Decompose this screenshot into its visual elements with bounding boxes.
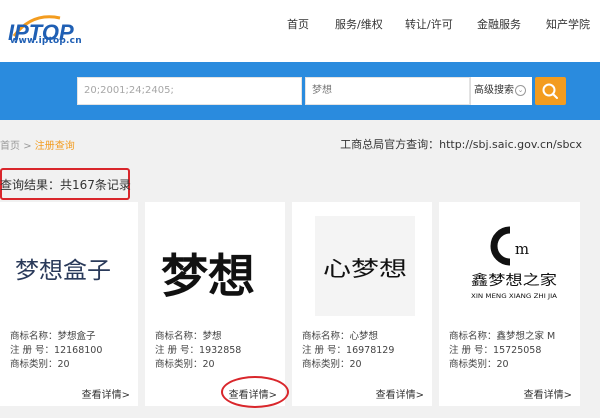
name-label: 商标名称： [449, 331, 497, 342]
iptop-logo[interactable]: IPTOP [4, 6, 94, 54]
trademark-class: 20 [202, 359, 215, 370]
registration-number: 1932858 [199, 345, 242, 356]
trademark-class: 20 [57, 359, 70, 370]
trademark-image: m 鑫梦想之家 XIN MENG XIANG ZHI JIA [464, 216, 564, 316]
gov-query-link[interactable]: 工商总局官方查询：http://sbj.saic.gov.cn/sbcx [340, 136, 582, 152]
trademark-class: 20 [349, 359, 362, 370]
breadcrumb: 首页 > 注册查询 [0, 137, 75, 152]
trademark-name: 梦想盒子 [57, 331, 96, 342]
chevron-down-icon: ⌄ [515, 84, 526, 96]
trademark-image-subtext: XIN MENG XIANG ZHI JIA [471, 293, 558, 300]
reg-label: 注 册 号： [10, 345, 55, 356]
trademark-name: 鑫梦想之家 M [496, 331, 556, 342]
registration-number: 15725058 [493, 345, 542, 356]
registration-number: 12168100 [54, 345, 103, 356]
trademark-card[interactable]: 心梦想 商标名称：心梦想 注 册 号：16978129 商标类别：20 查看详情… [292, 202, 432, 406]
keyword-input[interactable]: 梦想 [305, 77, 470, 105]
trademark-info: 商标名称：鑫梦想之家 M 注 册 号：15725058 商标类别：20 [449, 330, 555, 372]
class-label: 商标类别： [449, 359, 497, 370]
reg-label: 注 册 号： [155, 345, 200, 356]
crescent-logo-icon [490, 226, 511, 266]
nav-service[interactable]: 服务/维权 [335, 16, 383, 32]
trademark-card[interactable]: 梦想 商标名称：梦想 注 册 号：1932858 商标类别：20 查看详情> [145, 202, 285, 406]
detail-highlight [221, 376, 289, 408]
trademark-image-text: 心梦想 [323, 257, 407, 281]
trademark-card[interactable]: 梦想盒子 商标名称：梦想盒子 注 册 号：12168100 商标类别：20 查看… [0, 202, 138, 406]
breadcrumb-home[interactable]: 首页 [0, 141, 20, 152]
trademark-name: 心梦想 [349, 331, 379, 342]
class-label: 商标类别： [302, 359, 350, 370]
advanced-search-label: 高级搜索 [474, 85, 514, 96]
trademark-name: 梦想 [202, 331, 222, 342]
reg-label: 注 册 号： [449, 345, 494, 356]
trademark-image-text: 梦想 [161, 249, 255, 303]
result-count: 查询结果：共167条记录 [0, 178, 131, 192]
class-input[interactable]: 20;2001;24;2405; [77, 77, 302, 105]
advanced-search-dropdown[interactable]: 高级搜索 ⌄ [470, 77, 532, 105]
name-label: 商标名称： [302, 331, 350, 342]
trademark-info: 商标名称：心梦想 注 册 号：16978129 商标类别：20 [302, 330, 394, 372]
nav-academy[interactable]: 知产学院 [546, 16, 590, 32]
trademark-image: 心梦想 [315, 216, 415, 316]
reg-label: 注 册 号： [302, 345, 347, 356]
name-label: 商标名称： [155, 331, 203, 342]
class-label: 商标类别： [10, 359, 58, 370]
registration-number: 16978129 [346, 345, 395, 356]
trademark-image-text: 鑫梦想之家 [471, 272, 557, 289]
site-header: IPTOP www.iptop.cn 首页 服务/维权 转让/许可 金融服务 知… [0, 0, 600, 62]
class-label: 商标类别： [155, 359, 203, 370]
nav-home[interactable]: 首页 [287, 16, 309, 32]
svg-text:m: m [515, 240, 529, 258]
search-icon [542, 83, 558, 99]
view-details-link[interactable]: 查看详情> [524, 386, 572, 401]
breadcrumb-separator: > [23, 141, 32, 152]
view-details-link[interactable]: 查看详情> [376, 386, 424, 401]
trademark-info: 商标名称：梦想盒子 注 册 号：12168100 商标类别：20 [10, 330, 102, 372]
trademark-card[interactable]: m 鑫梦想之家 XIN MENG XIANG ZHI JIA 商标名称：鑫梦想之… [439, 202, 580, 406]
trademark-image: 梦想盒子 [13, 216, 113, 316]
trademark-image-text: 梦想盒子 [15, 258, 111, 284]
search-band: 20;2001;24;2405; 梦想 高级搜索 ⌄ [0, 62, 600, 120]
nav-finance[interactable]: 金融服务 [477, 16, 521, 32]
nav-transfer[interactable]: 转让/许可 [405, 16, 453, 32]
view-details-link[interactable]: 查看详情> [82, 386, 130, 401]
breadcrumb-current: 注册查询 [34, 141, 75, 152]
search-button[interactable] [535, 77, 566, 105]
trademark-class: 20 [496, 359, 509, 370]
trademark-info: 商标名称：梦想 注 册 号：1932858 商标类别：20 [155, 330, 241, 372]
logo-url: www.iptop.cn [10, 36, 82, 46]
name-label: 商标名称： [10, 331, 58, 342]
trademark-image: 梦想 [158, 216, 258, 316]
